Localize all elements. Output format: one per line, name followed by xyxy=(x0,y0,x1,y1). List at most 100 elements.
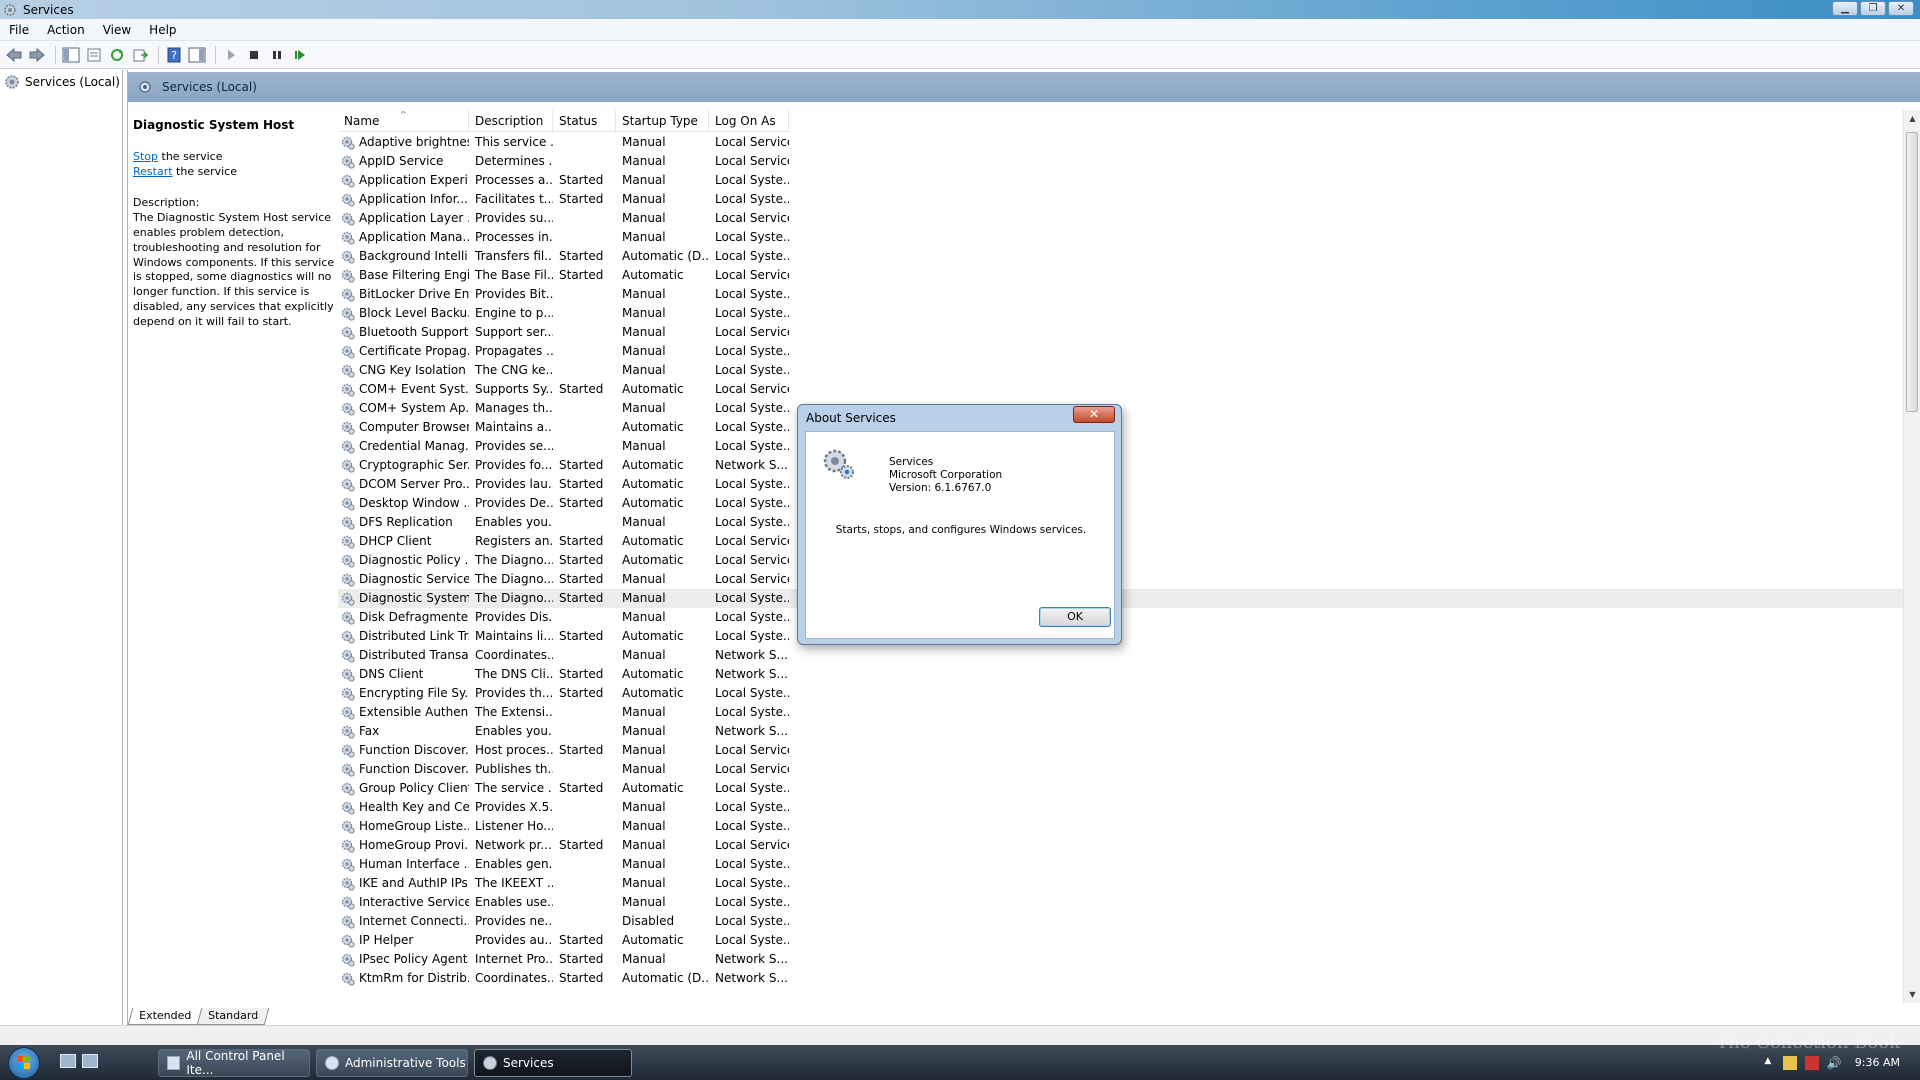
table-row[interactable]: COM+ Event Syst... Supports Sy... Started A… xyxy=(338,380,1905,399)
scroll-up-icon[interactable]: ▲ xyxy=(1904,110,1920,127)
window-titlebar: Services ▁ ❐ ✕ xyxy=(0,0,1920,19)
menu-action[interactable]: Action xyxy=(38,19,94,41)
table-row[interactable]: IP Helper Provides au... Started Automatic L… xyxy=(338,931,1905,950)
table-row[interactable]: IPsec Policy Agent Internet Pro... Started… xyxy=(338,950,1905,969)
start-service-icon[interactable] xyxy=(221,45,241,65)
about-dialog: About Services ✕ Services Microsoft Corp… xyxy=(797,404,1122,645)
show-hide-tree-icon[interactable] xyxy=(61,45,81,65)
pause-service-icon[interactable] xyxy=(267,45,287,65)
table-row[interactable]: Application Layer ... Provides su... Manua… xyxy=(338,209,1905,228)
restart-service-link[interactable]: Restart xyxy=(133,165,173,178)
column-header-name[interactable]: Name ^ xyxy=(338,110,469,132)
table-row[interactable]: HomeGroup Liste... Listener Ho... Manual Lo… xyxy=(338,817,1905,836)
table-row[interactable]: Function Discover... Publishes th... Manua… xyxy=(338,760,1905,779)
scroll-thumb[interactable] xyxy=(1906,132,1918,412)
table-row[interactable]: Encrypting File Sy... Provides th... Start… xyxy=(338,684,1905,703)
tab-standard[interactable]: Standard xyxy=(196,1008,270,1025)
table-row[interactable]: Health Key and Ce... Provides X.5... Manua… xyxy=(338,798,1905,817)
service-name: Computer Browser xyxy=(359,420,469,434)
table-row[interactable]: Certificate Propag... Propagates ... Manua… xyxy=(338,342,1905,361)
minimize-button[interactable]: ▁ xyxy=(1832,1,1858,16)
clock[interactable]: 9:36 AM xyxy=(1855,1056,1900,1069)
tree-item-services-local[interactable]: Services (Local) xyxy=(4,74,120,90)
task-services[interactable]: Services xyxy=(474,1049,632,1077)
cell-log-on-as: Local Syste... xyxy=(715,344,789,358)
close-window-button[interactable]: ✕ xyxy=(1888,1,1914,16)
cell-status: Started xyxy=(559,477,604,491)
service-name: Group Policy Client xyxy=(359,781,469,795)
table-row[interactable]: Block Level Backu... Engine to p... Manual… xyxy=(338,304,1905,323)
cell-description: The IKEEXT ... xyxy=(475,876,553,890)
table-row[interactable]: Function Discover... Host proces... Starte… xyxy=(338,741,1905,760)
task-administrative-tools[interactable]: Administrative Tools xyxy=(316,1049,468,1077)
table-row[interactable]: Base Filtering Engi... The Base Fil... Sta… xyxy=(338,266,1905,285)
table-row[interactable]: HomeGroup Provi... Network pr... Started Ma… xyxy=(338,836,1905,855)
cell-log-on-as: Local Syste... xyxy=(715,876,789,890)
cell-log-on-as: Local Service xyxy=(715,325,789,339)
menu-view[interactable]: View xyxy=(94,19,140,41)
table-row[interactable]: Internet Connecti... Provides ne... Disabl… xyxy=(338,912,1905,931)
table-row[interactable]: Extensible Authen... The Extensi... Manual… xyxy=(338,703,1905,722)
maximize-button[interactable]: ❐ xyxy=(1860,1,1886,16)
task-control-panel[interactable]: All Control Panel Ite... xyxy=(158,1049,310,1077)
cell-log-on-as: Network S... xyxy=(715,724,788,738)
cell-status: Started xyxy=(559,686,604,700)
back-icon[interactable] xyxy=(4,45,24,65)
table-row[interactable]: DNS Client The DNS Cli... Started Automatic… xyxy=(338,665,1905,684)
menu-help[interactable]: Help xyxy=(140,19,185,41)
column-header-status[interactable]: Status xyxy=(553,110,616,132)
dialog-close-button[interactable]: ✕ xyxy=(1073,406,1115,423)
table-row[interactable]: KtmRm for Distrib... Coordinates... Starte… xyxy=(338,969,1905,988)
table-row[interactable]: Human Interface ... Enables gen... Manual L… xyxy=(338,855,1905,874)
table-row[interactable]: IKE and AuthIP IPs... The IKEEXT ... Manua… xyxy=(338,874,1905,893)
tab-extended[interactable]: Extended xyxy=(127,1008,203,1025)
vertical-scrollbar[interactable]: ▲ ▼ xyxy=(1903,110,1920,1003)
show-desktop-icon[interactable] xyxy=(60,1054,76,1068)
switch-windows-icon[interactable] xyxy=(82,1054,98,1068)
service-gear-icon xyxy=(341,497,355,511)
export-list-icon[interactable] xyxy=(130,45,150,65)
service-gear-icon xyxy=(341,421,355,435)
services-gear-icon xyxy=(4,3,16,16)
table-row[interactable]: Group Policy Client The service ... Starte… xyxy=(338,779,1905,798)
table-row[interactable]: Fax Enables you... Manual Network S... xyxy=(338,722,1905,741)
network-icon[interactable] xyxy=(1804,1055,1819,1070)
table-row[interactable]: Link-Layer Topolo...Creates a N... Manual… xyxy=(338,988,1905,990)
scroll-down-icon[interactable]: ▼ xyxy=(1904,986,1920,1003)
column-header-log-on-as[interactable]: Log On As xyxy=(709,110,789,132)
refresh-icon[interactable] xyxy=(107,45,127,65)
table-row[interactable]: Adaptive brightness This service ... Manua… xyxy=(338,133,1905,152)
stop-service-link[interactable]: Stop xyxy=(133,150,158,163)
start-button[interactable] xyxy=(8,1047,40,1079)
show-hidden-icons-icon[interactable]: ▲ xyxy=(1761,1056,1775,1070)
table-row[interactable]: AppID Service Determines ... Manual Local S… xyxy=(338,152,1905,171)
cell-description: Listener Ho... xyxy=(475,819,553,833)
service-name: Distributed Link Tr... xyxy=(359,629,469,643)
ok-button[interactable]: OK xyxy=(1039,607,1111,627)
table-row[interactable]: BitLocker Drive En... Provides Bit... Manu… xyxy=(338,285,1905,304)
table-row[interactable]: Bluetooth Support... Support ser... Manual… xyxy=(338,323,1905,342)
table-row[interactable]: Application Mana... Processes in... Manual… xyxy=(338,228,1905,247)
table-row[interactable]: CNG Key Isolation The CNG ke... Manual Loca… xyxy=(338,361,1905,380)
help-icon[interactable]: ? xyxy=(164,45,184,65)
cell-status xyxy=(553,209,616,228)
column-header-description[interactable]: Description xyxy=(469,110,553,132)
volume-icon[interactable]: 🔊 xyxy=(1827,1056,1842,1070)
column-header-startup-type[interactable]: Startup Type xyxy=(616,110,709,132)
table-row[interactable]: Application Experi... Processes a... Start… xyxy=(338,171,1905,190)
table-row[interactable]: Interactive Service... Enables use... Manu… xyxy=(338,893,1905,912)
forward-icon[interactable] xyxy=(27,45,47,65)
action-center-flag-icon[interactable] xyxy=(1782,1055,1797,1070)
table-row[interactable]: Distributed Transa... Coordinates... Manua… xyxy=(338,646,1905,665)
menu-file[interactable]: File xyxy=(0,19,38,41)
toolbar-separator xyxy=(158,45,159,64)
cell-status: Started xyxy=(559,268,604,282)
table-row[interactable]: Application Infor... Facilitates t... Star… xyxy=(338,190,1905,209)
service-gear-icon xyxy=(341,402,355,416)
properties-icon[interactable] xyxy=(84,45,104,65)
show-hide-action-pane-icon[interactable] xyxy=(187,45,207,65)
table-row[interactable]: Background Intelli... Transfers fil... Sta… xyxy=(338,247,1905,266)
cell-startup-type: Manual xyxy=(622,610,666,624)
restart-service-icon[interactable] xyxy=(290,45,310,65)
stop-service-icon[interactable] xyxy=(244,45,264,65)
